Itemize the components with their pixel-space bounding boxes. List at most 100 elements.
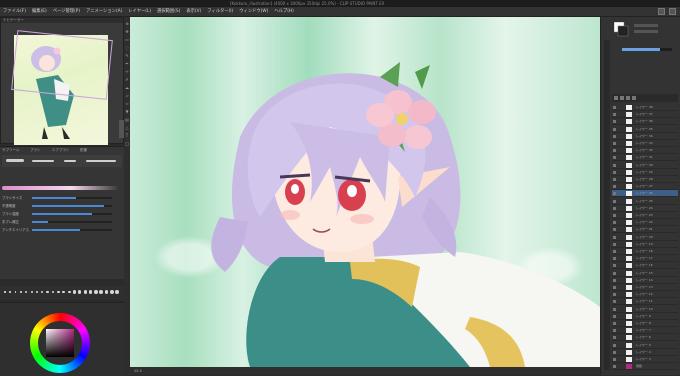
menu-window[interactable]: ウィンドウ(W) — [238, 7, 269, 16]
menu-page[interactable]: ページ管理(P) — [52, 7, 81, 16]
layer-row[interactable]: レイヤー 29 — [612, 169, 678, 176]
brush-size-dot[interactable] — [94, 290, 98, 294]
visibility-icon[interactable] — [613, 250, 616, 253]
layer-row[interactable]: レイヤー 23 — [612, 212, 678, 219]
layer-row[interactable]: レイヤー 16 — [612, 262, 678, 270]
menu-help[interactable]: ヘルプ(H) — [273, 7, 294, 16]
lock-icon[interactable] — [632, 96, 636, 100]
brush-preset-strip[interactable] — [2, 155, 122, 167]
visibility-icon[interactable] — [613, 228, 616, 232]
visibility-icon[interactable] — [613, 221, 616, 225]
brush-preset[interactable] — [32, 160, 54, 162]
brush-size-dot[interactable] — [35, 290, 39, 294]
brush-size-dot[interactable] — [83, 290, 87, 294]
visibility-icon[interactable] — [613, 214, 616, 217]
brush-size-dot[interactable] — [88, 290, 93, 294]
visibility-icon[interactable] — [613, 185, 616, 189]
visibility-icon[interactable] — [613, 314, 616, 318]
property-row[interactable]: ブラシサイズ — [2, 195, 120, 201]
brush-size-dot[interactable] — [46, 290, 49, 294]
layer-row[interactable]: レイヤー 30 — [612, 162, 678, 169]
layer-row[interactable]: レイヤー 25 — [612, 198, 678, 205]
visibility-icon[interactable] — [613, 142, 616, 145]
layer-row[interactable]: レイヤー 4 — [612, 349, 678, 356]
layer-row[interactable]: レイヤー 3 — [612, 356, 678, 363]
brush-size-dot[interactable] — [9, 291, 11, 293]
layer-row[interactable]: レイヤー 27 — [612, 183, 678, 191]
visibility-icon[interactable] — [613, 120, 616, 124]
brush-preset[interactable] — [64, 160, 76, 162]
property-row[interactable]: 手ブレ補正 — [2, 219, 120, 225]
brush-size-dot[interactable] — [4, 291, 6, 293]
visibility-icon[interactable] — [613, 178, 616, 181]
new-layer-icon[interactable] — [614, 96, 618, 100]
visibility-icon[interactable] — [613, 170, 616, 174]
layer-row[interactable]: レイヤー 26 — [612, 190, 678, 198]
visibility-icon[interactable] — [613, 127, 616, 131]
visibility-icon[interactable] — [613, 358, 616, 361]
property-slider[interactable] — [32, 197, 112, 199]
property-slider[interactable] — [32, 205, 112, 207]
layer-row[interactable]: レイヤー 38 — [612, 104, 678, 111]
visibility-icon[interactable] — [613, 307, 616, 311]
layer-row[interactable]: レイヤー 19 — [612, 241, 678, 248]
property-slider[interactable] — [32, 221, 112, 223]
layer-opacity[interactable] — [612, 45, 678, 55]
menu-view[interactable]: 表示(V) — [185, 7, 202, 16]
layer-row[interactable]: レイヤー 37 — [612, 111, 678, 119]
layer-row[interactable]: レイヤー 15 — [612, 270, 678, 277]
opacity-slider[interactable] — [622, 48, 672, 51]
tab-pencil[interactable]: 鉛筆 — [80, 147, 87, 153]
property-row[interactable]: アンチエイリアス — [2, 227, 120, 233]
tab-brush[interactable]: ブラシ — [30, 147, 40, 153]
minimize-button[interactable] — [658, 8, 665, 15]
visibility-icon[interactable] — [613, 286, 616, 289]
layer-row[interactable]: レイヤー 21 — [612, 226, 678, 234]
visibility-icon[interactable] — [613, 156, 616, 160]
visibility-icon[interactable] — [613, 278, 616, 282]
new-folder-icon[interactable] — [620, 96, 624, 100]
menu-layer[interactable]: レイヤー(L) — [127, 7, 152, 16]
property-row[interactable]: ブラシ濃度 — [2, 211, 120, 217]
layer-row[interactable]: レイヤー 5 — [612, 342, 678, 349]
visibility-icon[interactable] — [613, 336, 616, 340]
visibility-icon[interactable] — [613, 365, 616, 369]
visibility-icon[interactable] — [613, 235, 616, 239]
visibility-icon[interactable] — [613, 350, 616, 354]
brush-size-dot[interactable] — [19, 291, 22, 293]
visibility-icon[interactable] — [613, 264, 616, 268]
layer-row[interactable]: レイヤー 36 — [612, 118, 678, 126]
tab-airbrush[interactable]: エアブラシ — [52, 147, 69, 153]
layer-row[interactable]: レイヤー 24 — [612, 205, 678, 212]
visibility-icon[interactable] — [613, 206, 616, 210]
visibility-icon[interactable] — [613, 192, 616, 196]
visibility-icon[interactable] — [613, 242, 616, 246]
visibility-icon[interactable] — [613, 322, 616, 325]
visibility-icon[interactable] — [613, 106, 616, 109]
brush-size-dot[interactable] — [51, 290, 55, 294]
brush-preset[interactable] — [86, 160, 116, 162]
layer-row[interactable]: レイヤー 33 — [612, 140, 678, 147]
brush-size-dot[interactable] — [67, 290, 71, 294]
brush-size-dot[interactable] — [25, 291, 28, 293]
layer-row[interactable]: レイヤー 13 — [612, 284, 678, 291]
canvas[interactable] — [130, 17, 600, 367]
menu-selection[interactable]: 選択範囲(S) — [156, 7, 181, 16]
property-slider[interactable] — [32, 213, 112, 215]
layer-row[interactable]: レイヤー 9 — [612, 313, 678, 320]
brush-preset[interactable] — [6, 159, 24, 162]
brush-size-dot[interactable] — [72, 290, 76, 294]
brush-size-dot[interactable] — [115, 289, 120, 294]
visibility-icon[interactable] — [613, 134, 616, 138]
color-swatch-icon[interactable] — [613, 21, 664, 42]
saturation-value-square[interactable] — [46, 329, 74, 357]
visibility-icon[interactable] — [613, 199, 616, 203]
brush-size-dot[interactable] — [99, 290, 104, 294]
right-panel-scrollbar[interactable] — [604, 40, 610, 370]
brush-size-dot[interactable] — [14, 291, 17, 293]
menu-edit[interactable]: 編集(E) — [31, 7, 48, 16]
layer-row[interactable]: レイヤー 35 — [612, 126, 678, 133]
visibility-icon[interactable] — [613, 293, 616, 297]
layer-row[interactable]: レイヤー 8 — [612, 320, 678, 327]
brush-size-dot[interactable] — [62, 290, 66, 294]
